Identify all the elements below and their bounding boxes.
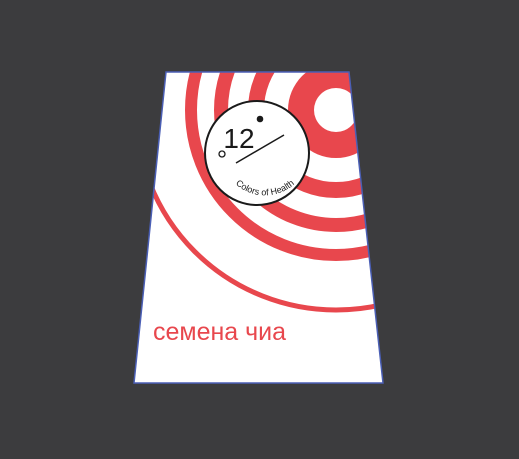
- design-canvas: 12 Colors of Health семена чиа: [133, 0, 519, 384]
- package-panel[interactable]: 12 Colors of Health семена чиа: [133, 0, 519, 384]
- logo-number: 12: [223, 123, 254, 154]
- brand-logo-badge: 12 Colors of Health: [204, 100, 310, 206]
- logo-filled-dot: [256, 115, 264, 123]
- product-name: семена чиа: [153, 318, 286, 346]
